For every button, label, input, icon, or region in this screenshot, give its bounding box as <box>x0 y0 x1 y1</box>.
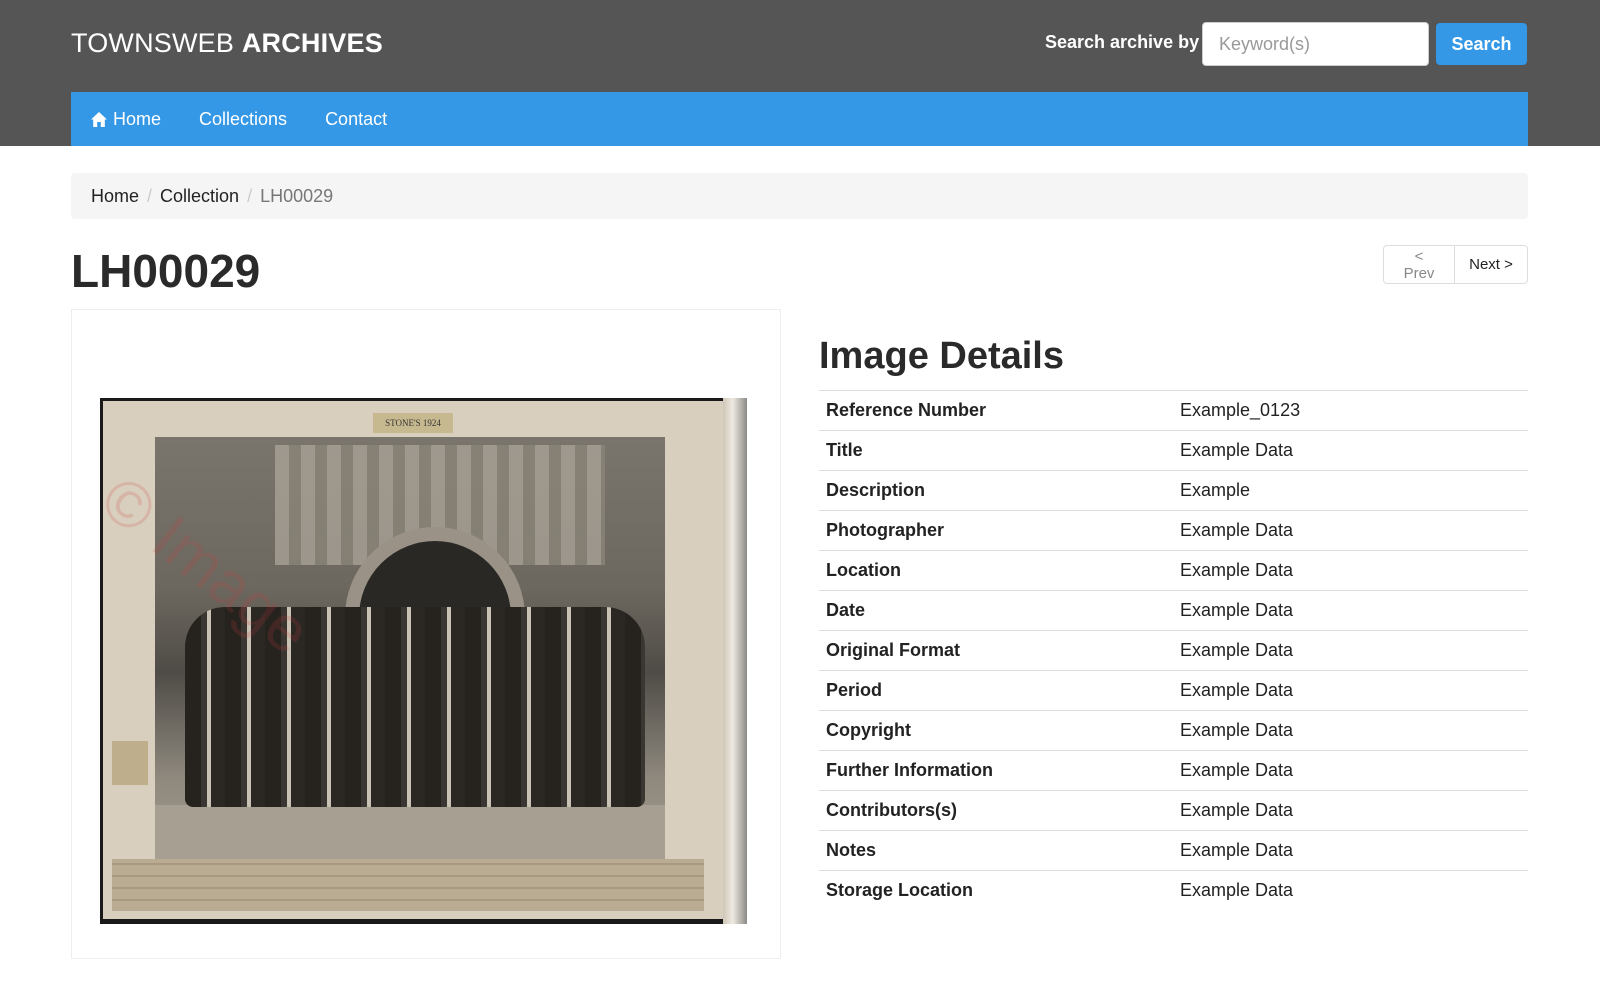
table-row: Copyright Example Data <box>819 710 1528 751</box>
caption-strip <box>112 859 704 911</box>
detail-value: Example Data <box>1180 840 1294 860</box>
nav-item-contact[interactable]: Contact <box>325 109 387 130</box>
breadcrumb-collection[interactable]: Collection <box>160 186 239 207</box>
table-row: Storage Location Example Data <box>819 870 1528 911</box>
home-icon <box>91 111 107 127</box>
detail-value: Example <box>1180 480 1251 500</box>
pager: < Prev Next > <box>1383 245 1528 284</box>
table-row: Title Example Data <box>819 430 1528 471</box>
table-row: Further Information Example Data <box>819 750 1528 791</box>
table-row: Photographer Example Data <box>819 510 1528 551</box>
table-row: Location Example Data <box>819 550 1528 591</box>
detail-value: Example Data <box>1180 640 1294 660</box>
nav-item-collections[interactable]: Collections <box>199 109 287 130</box>
detail-value: Example Data <box>1180 720 1294 740</box>
detail-value: Example Data <box>1180 760 1294 780</box>
detail-key: Contributors(s) <box>826 800 957 820</box>
detail-key: Copyright <box>826 720 911 740</box>
nav-item-label: Home <box>113 108 162 129</box>
detail-value: Example_0123 <box>1180 400 1301 420</box>
detail-key: Photographer <box>826 520 945 540</box>
group-photograph <box>155 437 665 865</box>
archive-photo[interactable]: STONE'S 1924 © Image <box>88 398 747 924</box>
detail-key: Original Format <box>826 640 961 660</box>
photo-page-edge <box>723 398 747 924</box>
main-nav: Home Collections Contact <box>71 92 1528 146</box>
image-panel: STONE'S 1924 © Image <box>71 309 781 959</box>
table-row: Original Format Example Data <box>819 630 1528 671</box>
detail-value: Example Data <box>1180 560 1294 580</box>
group-of-people <box>185 607 645 807</box>
table-row: Description Example <box>819 470 1528 511</box>
table-row: Date Example Data <box>819 590 1528 631</box>
search-input[interactable] <box>1202 22 1429 66</box>
detail-key: Description <box>826 480 926 500</box>
detail-value: Example Data <box>1180 520 1294 540</box>
breadcrumb-current: LH00029 <box>260 185 334 206</box>
detail-key: Storage Location <box>826 880 974 901</box>
breadcrumb-separator: / <box>247 185 253 206</box>
site-header: TOWNSWEB ARCHIVES Search archive by Sear… <box>0 0 1600 146</box>
breadcrumb-separator: / <box>147 185 153 206</box>
next-button[interactable]: Next > <box>1455 245 1528 284</box>
detail-value: Example Data <box>1180 680 1294 700</box>
prev-button[interactable]: < Prev <box>1383 245 1455 284</box>
table-row: Period Example Data <box>819 670 1528 711</box>
photo-mount: STONE'S 1924 © Image <box>88 401 723 919</box>
brand-bold: ARCHIVES <box>241 28 383 58</box>
detail-value: Example Data <box>1180 440 1294 460</box>
table-row: Reference Number Example_0123 <box>819 390 1528 431</box>
details-table: Reference Number Example_0123 Title Exampl… <box>819 390 1528 911</box>
detail-value: Example Data <box>1180 880 1294 901</box>
brand-light: TOWNSWEB <box>71 28 242 58</box>
detail-value: Example Data <box>1180 800 1294 820</box>
nav-item-label: Collections <box>199 108 288 129</box>
breadcrumb: Home / Collection / LH00029 <box>71 173 1528 219</box>
detail-key: Location <box>826 560 901 580</box>
details-title: Image Details <box>819 335 1064 377</box>
detail-key: Notes <box>826 840 877 860</box>
search-button[interactable]: Search <box>1436 23 1527 65</box>
detail-value: Example Data <box>1180 600 1294 620</box>
breadcrumb-home[interactable]: Home <box>91 186 139 207</box>
ground <box>155 805 665 865</box>
page-title: LH00029 <box>71 245 261 297</box>
nav-item-home[interactable]: Home <box>90 109 161 130</box>
photo-label: STONE'S 1924 <box>373 413 453 433</box>
detail-key: Reference Number <box>826 400 987 420</box>
nav-item-label: Contact <box>325 108 388 129</box>
table-row: Notes Example Data <box>819 830 1528 871</box>
detail-key: Period <box>826 680 883 700</box>
site-brand[interactable]: TOWNSWEB ARCHIVES <box>71 28 383 59</box>
detail-key: Further Information <box>826 760 993 780</box>
detail-key: Title <box>826 440 863 460</box>
side-note <box>112 741 148 785</box>
search-label: Search archive by <box>1045 32 1200 52</box>
table-row: Contributors(s) Example Data <box>819 790 1528 831</box>
detail-key: Date <box>826 600 866 620</box>
